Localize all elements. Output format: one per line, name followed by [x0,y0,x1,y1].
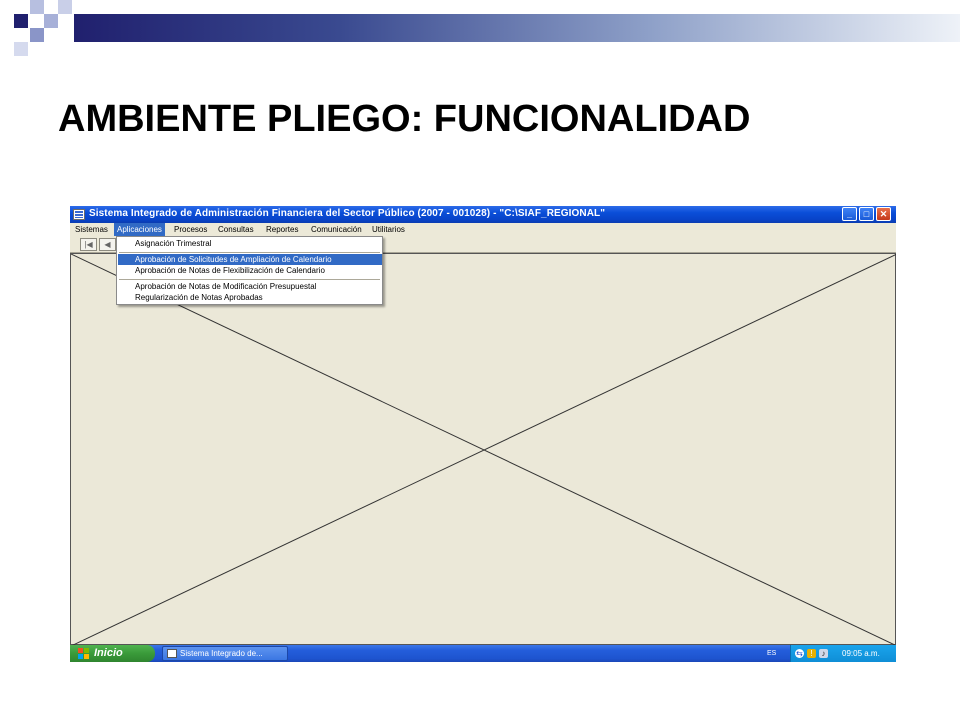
decor-square-dark [14,14,28,28]
app-icon [73,209,85,220]
menu-option-aprobacion-flexibilizacion[interactable]: Aprobación de Notas de Flexibilización d… [118,265,382,276]
menubar: Sistemas Aplicaciones Procesos Consultas… [70,223,896,236]
menu-option-regularizacion-notas[interactable]: Regularización de Notas Aprobadas [118,292,382,303]
slide-title: AMBIENTE PLIEGO: FUNCIONALIDAD [58,98,751,140]
close-button[interactable]: ✕ [876,207,891,221]
window-titlebar[interactable]: Sistema Integrado de Administración Fina… [70,206,896,223]
system-tray: ⇆ ! ♪ 09:05 a.m. [790,645,896,662]
app-window: Sistema Integrado de Administración Fina… [70,206,896,662]
security-shield-icon[interactable]: ! [807,649,816,658]
aplicaciones-dropdown-menu: Asignación Trimestral Aprobación de Soli… [116,236,383,305]
menu-aplicaciones[interactable]: Aplicaciones [114,223,165,236]
menu-comunicacion[interactable]: Comunicación [308,223,365,236]
menu-option-aprobacion-solicitudes[interactable]: Aprobación de Solicitudes de Ampliación … [118,254,382,265]
minimize-button[interactable]: _ [842,207,857,221]
menu-utilitarios[interactable]: Utilitarios [369,223,408,236]
start-label: Inicio [94,647,123,659]
first-record-button[interactable]: |◀ [80,238,97,251]
menu-option-aprobacion-modificacion[interactable]: Aprobación de Notas de Modificación Pres… [118,281,382,292]
menu-reportes[interactable]: Reportes [263,223,301,236]
decor-square-mid2 [58,0,72,14]
decor-gradient-bar [74,14,960,42]
menu-sistemas[interactable]: Sistemas [72,223,111,236]
taskbar-clock: 09:05 a.m. [842,649,880,658]
decor-square-light2 [30,28,44,42]
taskbar-app-label: Sistema Integrado de... [180,649,263,658]
windows-flag-icon [78,648,89,659]
network-icon[interactable]: ⇆ [795,649,804,658]
taskbar-app-button[interactable]: Sistema Integrado de... [162,646,288,661]
menu-option-asignacion-trimestral[interactable]: Asignación Trimestral [118,238,382,249]
taskbar: Inicio Sistema Integrado de... ES ⇆ ! ♪ … [70,645,896,662]
language-indicator[interactable]: ES [767,645,776,662]
empty-workspace-cross [71,254,896,646]
decor-square-light [30,0,44,14]
decor-square-mid [44,14,58,28]
app-icon [167,649,177,658]
workspace-area [70,253,896,646]
maximize-button[interactable]: □ [859,207,874,221]
window-title: Sistema Integrado de Administración Fina… [89,208,606,219]
volume-icon[interactable]: ♪ [819,649,828,658]
decor-square-light3 [14,42,28,56]
previous-record-button[interactable]: ◀ [99,238,116,251]
start-button[interactable]: Inicio [70,645,155,662]
menu-separator [119,252,380,253]
menu-consultas[interactable]: Consultas [215,223,257,236]
menu-procesos[interactable]: Procesos [171,223,210,236]
menu-separator [119,279,380,280]
